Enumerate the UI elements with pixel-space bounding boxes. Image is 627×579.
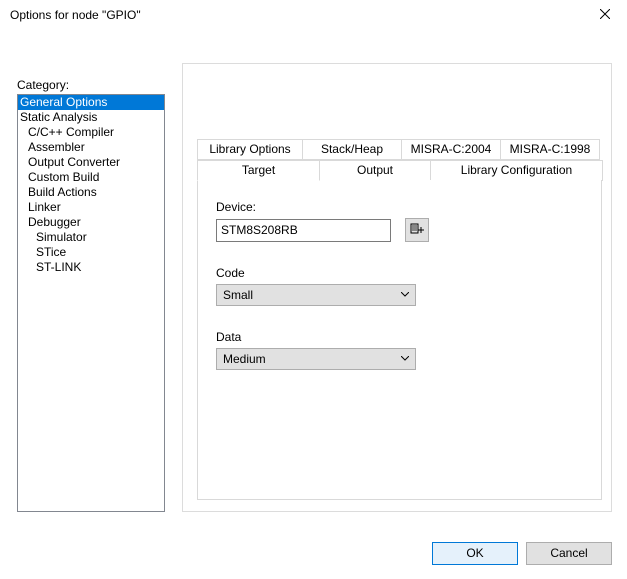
options-dialog: Options for node "GPIO" Category: Genera… [0, 0, 627, 579]
dialog-buttons: OK Cancel [424, 542, 612, 565]
code-label: Code [216, 266, 583, 280]
category-item[interactable]: Output Converter [18, 155, 164, 170]
right-panel: Library Options Stack/Heap MISRA-C:2004 … [182, 63, 612, 512]
tab-misra-1998[interactable]: MISRA-C:1998 [500, 139, 600, 160]
tab-stack-heap[interactable]: Stack/Heap [302, 139, 402, 160]
tab-target[interactable]: Target [197, 160, 320, 181]
device-row [216, 218, 583, 242]
chevron-down-icon [401, 292, 409, 298]
data-combo[interactable]: Medium [216, 348, 416, 370]
tabs: Library Options Stack/Heap MISRA-C:2004 … [197, 139, 602, 500]
ok-button[interactable]: OK [432, 542, 518, 565]
cancel-button[interactable]: Cancel [526, 542, 612, 565]
category-item[interactable]: Assembler [18, 140, 164, 155]
data-label: Data [216, 330, 583, 344]
window-title: Options for node "GPIO" [10, 8, 582, 22]
category-label: Category: [17, 78, 69, 92]
tab-output[interactable]: Output [319, 160, 431, 181]
code-combo[interactable]: Small [216, 284, 416, 306]
category-item[interactable]: Simulator [18, 230, 164, 245]
category-item[interactable]: STice [18, 245, 164, 260]
category-item[interactable]: Linker [18, 200, 164, 215]
category-item[interactable]: Static Analysis [18, 110, 164, 125]
data-value: Medium [223, 352, 266, 366]
chevron-down-icon [401, 356, 409, 362]
category-list[interactable]: General OptionsStatic AnalysisC/C++ Comp… [17, 94, 165, 512]
close-button[interactable] [582, 0, 627, 30]
tab-body-target: Device: [197, 180, 602, 500]
dialog-content: Category: General OptionsStatic Analysis… [0, 30, 627, 579]
device-browse-button[interactable] [405, 218, 429, 242]
device-input[interactable] [216, 219, 391, 242]
titlebar: Options for node "GPIO" [0, 0, 627, 30]
category-item[interactable]: ST-LINK [18, 260, 164, 275]
code-value: Small [223, 288, 253, 302]
tab-library-configuration[interactable]: Library Configuration [430, 160, 603, 181]
category-item[interactable]: Debugger [18, 215, 164, 230]
tab-row-front: Target Output Library Configuration [197, 160, 602, 181]
category-item[interactable]: Custom Build [18, 170, 164, 185]
device-label: Device: [216, 200, 583, 214]
category-item[interactable]: Build Actions [18, 185, 164, 200]
tab-row-back: Library Options Stack/Heap MISRA-C:2004 … [197, 139, 602, 160]
device-browse-icon [410, 222, 424, 239]
tab-misra-2004[interactable]: MISRA-C:2004 [401, 139, 501, 160]
category-item[interactable]: General Options [18, 95, 164, 110]
category-item[interactable]: C/C++ Compiler [18, 125, 164, 140]
close-icon [600, 8, 610, 22]
tab-library-options[interactable]: Library Options [197, 139, 303, 160]
